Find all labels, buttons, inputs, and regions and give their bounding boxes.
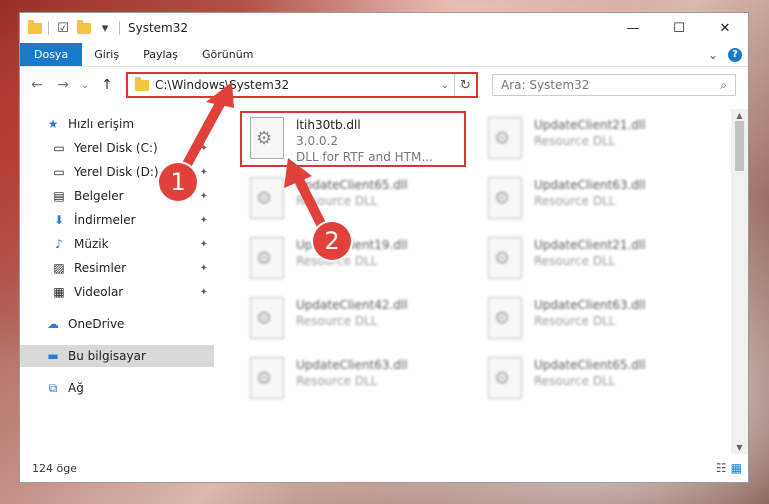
arrow-1-shaft — [180, 95, 227, 173]
callout-1: 1 — [159, 163, 197, 201]
annotation-arrows — [180, 82, 328, 233]
arrow-2-shaft — [293, 173, 328, 233]
arrow-1-head — [206, 82, 234, 108]
callout-2: 2 — [313, 222, 351, 260]
